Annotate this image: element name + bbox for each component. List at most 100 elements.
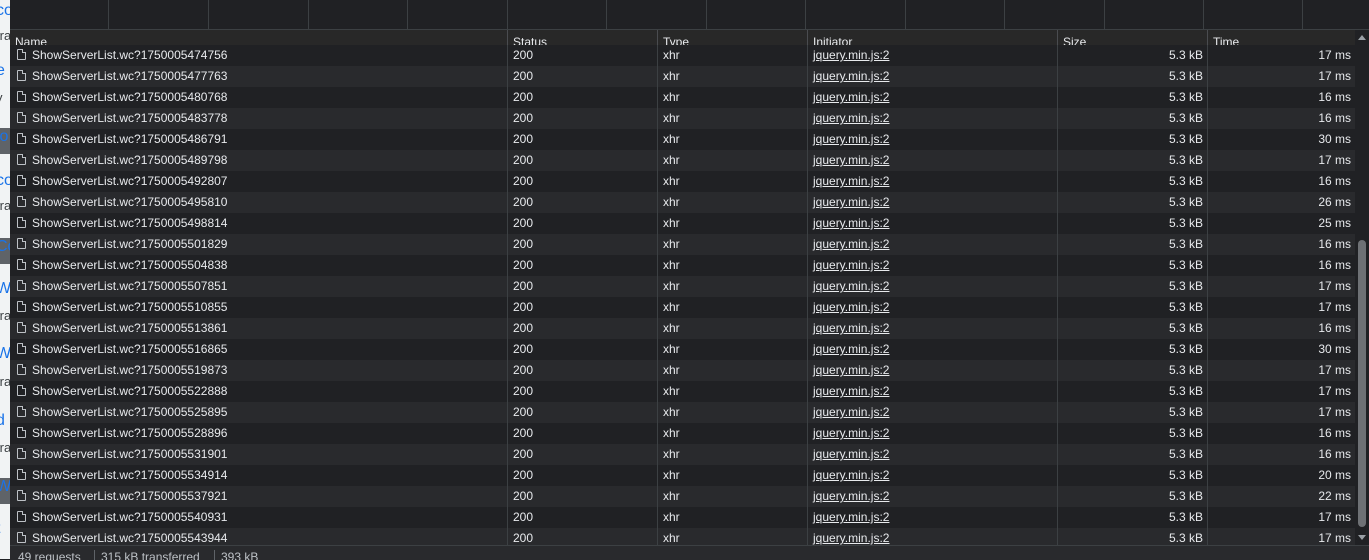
table-row[interactable]: ShowServerList.wc?1750005528896200xhrjqu…: [10, 423, 1355, 444]
request-initiator-link[interactable]: jquery.min.js:2: [808, 276, 1058, 297]
table-row[interactable]: ShowServerList.wc?1750005522888200xhrjqu…: [10, 381, 1355, 402]
request-initiator-link[interactable]: jquery.min.js:2: [808, 339, 1058, 360]
request-name: ShowServerList.wc?1750005492807: [10, 171, 508, 192]
request-name: ShowServerList.wc?1750005513861: [10, 318, 508, 339]
table-row[interactable]: ShowServerList.wc?1750005534914200xhrjqu…: [10, 465, 1355, 486]
request-type: xhr: [658, 297, 808, 318]
request-initiator-link[interactable]: jquery.min.js:2: [808, 129, 1058, 150]
request-initiator-link[interactable]: jquery.min.js:2: [808, 87, 1058, 108]
devtools-network-panel: Name Status Type Initiator Size Time Sho…: [10, 0, 1369, 559]
request-initiator-link[interactable]: jquery.min.js:2: [808, 507, 1058, 528]
request-time: 17 ms: [1208, 276, 1355, 297]
request-time: 30 ms: [1208, 339, 1355, 360]
request-time: 17 ms: [1208, 528, 1355, 545]
request-size: 5.3 kB: [1058, 528, 1208, 545]
table-row[interactable]: ShowServerList.wc?1750005540931200xhrjqu…: [10, 507, 1355, 528]
background-page-text-fragment: co: [0, 2, 10, 20]
table-row[interactable]: ShowServerList.wc?1750005504838200xhrjqu…: [10, 255, 1355, 276]
request-size: 5.3 kB: [1058, 171, 1208, 192]
overview-grid-line: [308, 0, 309, 29]
request-size: 5.3 kB: [1058, 45, 1208, 66]
request-size: 5.3 kB: [1058, 150, 1208, 171]
request-initiator-link[interactable]: jquery.min.js:2: [808, 486, 1058, 507]
overview-grid-line: [905, 0, 906, 29]
request-type: xhr: [658, 486, 808, 507]
request-initiator-link[interactable]: jquery.min.js:2: [808, 234, 1058, 255]
request-initiator-link[interactable]: jquery.min.js:2: [808, 213, 1058, 234]
background-page-text-fragment: tra: [0, 374, 10, 389]
request-status: 200: [508, 45, 658, 66]
table-scrollbar[interactable]: [1355, 30, 1369, 545]
request-name: ShowServerList.wc?1750005474756: [10, 45, 508, 66]
request-size: 5.3 kB: [1058, 486, 1208, 507]
request-size: 5.3 kB: [1058, 381, 1208, 402]
table-row[interactable]: ShowServerList.wc?1750005474756200xhrjqu…: [10, 45, 1355, 66]
request-initiator-link[interactable]: jquery.min.js:2: [808, 423, 1058, 444]
request-time: 17 ms: [1208, 402, 1355, 423]
table-row[interactable]: ShowServerList.wc?1750005531901200xhrjqu…: [10, 444, 1355, 465]
request-type: xhr: [658, 528, 808, 545]
request-initiator-link[interactable]: jquery.min.js:2: [808, 150, 1058, 171]
request-name: ShowServerList.wc?1750005522888: [10, 381, 508, 402]
table-row[interactable]: ShowServerList.wc?1750005480768200xhrjqu…: [10, 87, 1355, 108]
background-page-strip: cotraeylocotraCoWtraWtradtraWt: [0, 0, 10, 559]
table-row[interactable]: ShowServerList.wc?1750005513861200xhrjqu…: [10, 318, 1355, 339]
table-row[interactable]: ShowServerList.wc?1750005492807200xhrjqu…: [10, 171, 1355, 192]
request-time: 26 ms: [1208, 192, 1355, 213]
table-row[interactable]: ShowServerList.wc?1750005525895200xhrjqu…: [10, 402, 1355, 423]
scrollbar-thumb[interactable]: [1358, 240, 1366, 527]
request-size: 5.3 kB: [1058, 402, 1208, 423]
request-size: 5.3 kB: [1058, 318, 1208, 339]
request-initiator-link[interactable]: jquery.min.js:2: [808, 192, 1058, 213]
table-row[interactable]: ShowServerList.wc?1750005486791200xhrjqu…: [10, 129, 1355, 150]
request-name: ShowServerList.wc?1750005495810: [10, 192, 508, 213]
request-initiator-link[interactable]: jquery.min.js:2: [808, 108, 1058, 129]
background-page-text-fragment: e: [0, 62, 5, 80]
table-row[interactable]: ShowServerList.wc?1750005507851200xhrjqu…: [10, 276, 1355, 297]
request-status: 200: [508, 87, 658, 108]
request-initiator-link[interactable]: jquery.min.js:2: [808, 255, 1058, 276]
table-row[interactable]: ShowServerList.wc?1750005477763200xhrjqu…: [10, 66, 1355, 87]
background-page-text-fragment: tra: [0, 198, 10, 213]
request-name: ShowServerList.wc?1750005516865: [10, 339, 508, 360]
request-initiator-link[interactable]: jquery.min.js:2: [808, 360, 1058, 381]
request-time: 22 ms: [1208, 486, 1355, 507]
request-time: 17 ms: [1208, 297, 1355, 318]
request-initiator-link[interactable]: jquery.min.js:2: [808, 528, 1058, 545]
request-size: 5.3 kB: [1058, 360, 1208, 381]
scroll-up-arrow-icon[interactable]: [1358, 35, 1366, 40]
table-row[interactable]: ShowServerList.wc?1750005537921200xhrjqu…: [10, 486, 1355, 507]
request-initiator-link[interactable]: jquery.min.js:2: [808, 171, 1058, 192]
network-overview-timeline[interactable]: [10, 0, 1369, 30]
request-initiator-link[interactable]: jquery.min.js:2: [808, 45, 1058, 66]
request-name: ShowServerList.wc?1750005489798: [10, 150, 508, 171]
request-initiator-link[interactable]: jquery.min.js:2: [808, 402, 1058, 423]
request-initiator-link[interactable]: jquery.min.js:2: [808, 444, 1058, 465]
request-initiator-link[interactable]: jquery.min.js:2: [808, 297, 1058, 318]
table-row[interactable]: ShowServerList.wc?1750005543944200xhrjqu…: [10, 528, 1355, 545]
table-row[interactable]: ShowServerList.wc?1750005483778200xhrjqu…: [10, 108, 1355, 129]
request-name: ShowServerList.wc?1750005507851: [10, 276, 508, 297]
table-row[interactable]: ShowServerList.wc?1750005519873200xhrjqu…: [10, 360, 1355, 381]
table-row[interactable]: ShowServerList.wc?1750005498814200xhrjqu…: [10, 213, 1355, 234]
request-type: xhr: [658, 150, 808, 171]
table-row[interactable]: ShowServerList.wc?1750005501829200xhrjqu…: [10, 234, 1355, 255]
table-row[interactable]: ShowServerList.wc?1750005510855200xhrjqu…: [10, 297, 1355, 318]
request-initiator-link[interactable]: jquery.min.js:2: [808, 465, 1058, 486]
background-page-text-fragment: y: [0, 90, 3, 105]
overview-grid-line: [706, 0, 707, 29]
request-name: ShowServerList.wc?1750005543944: [10, 528, 508, 545]
table-row[interactable]: ShowServerList.wc?1750005495810200xhrjqu…: [10, 192, 1355, 213]
table-row[interactable]: ShowServerList.wc?1750005516865200xhrjqu…: [10, 339, 1355, 360]
request-status: 200: [508, 528, 658, 545]
request-initiator-link[interactable]: jquery.min.js:2: [808, 66, 1058, 87]
scroll-down-arrow-icon[interactable]: [1358, 535, 1366, 540]
request-time: 17 ms: [1208, 66, 1355, 87]
request-initiator-link[interactable]: jquery.min.js:2: [808, 381, 1058, 402]
request-status: 200: [508, 171, 658, 192]
background-page-text-fragment: d: [0, 412, 5, 430]
request-size: 5.3 kB: [1058, 66, 1208, 87]
request-time: 20 ms: [1208, 465, 1355, 486]
request-initiator-link[interactable]: jquery.min.js:2: [808, 318, 1058, 339]
table-row[interactable]: ShowServerList.wc?1750005489798200xhrjqu…: [10, 150, 1355, 171]
